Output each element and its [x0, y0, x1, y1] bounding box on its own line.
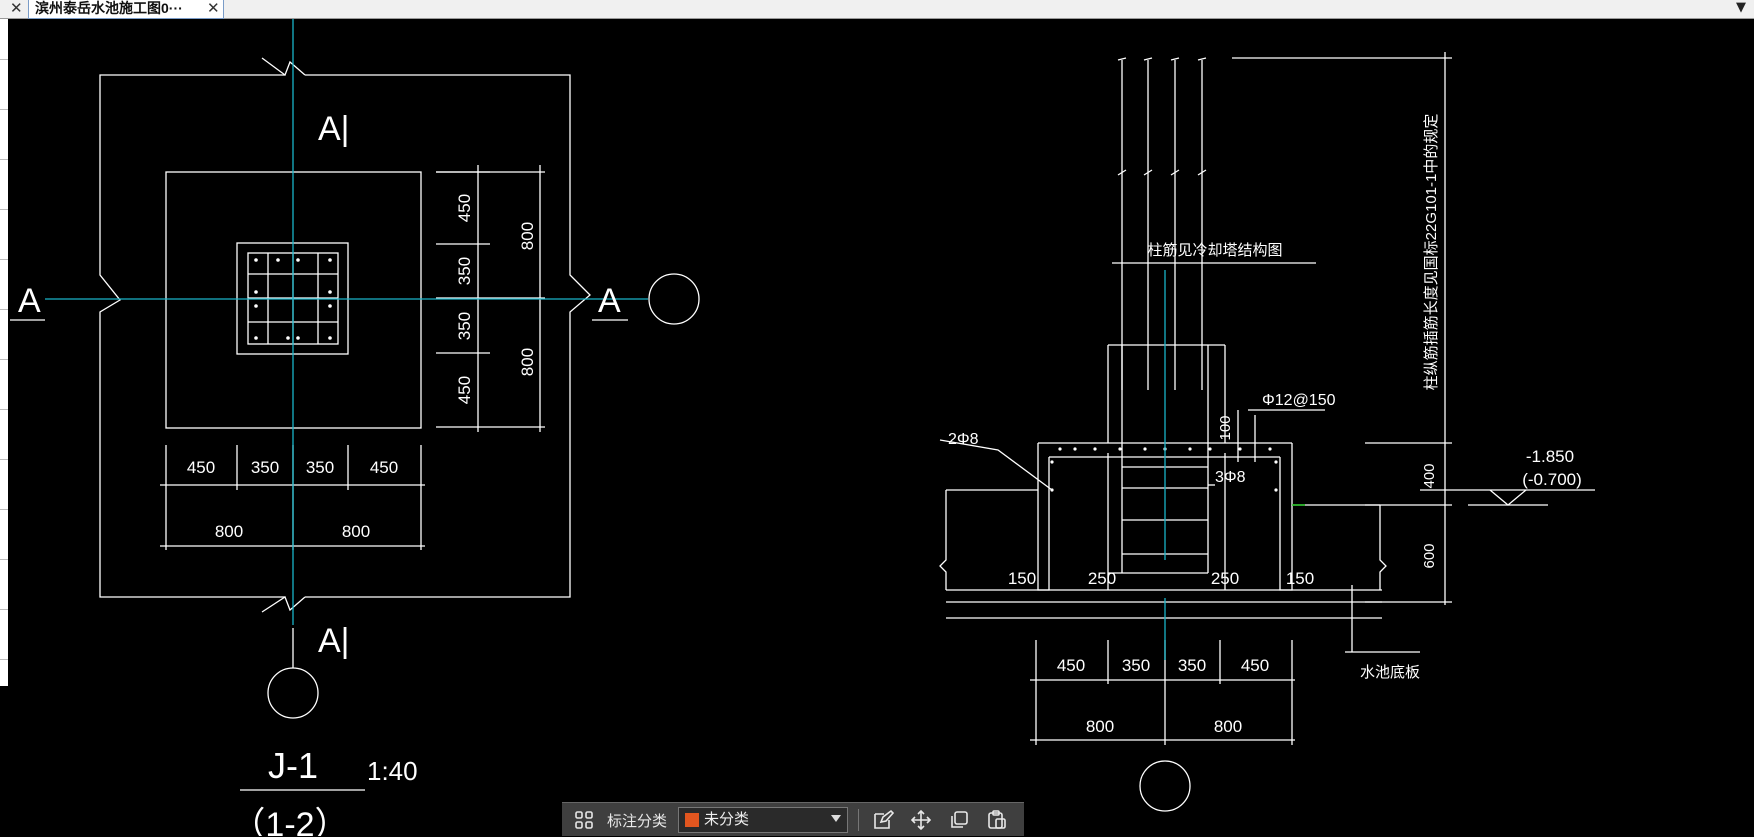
base-dim-3: 250 [1211, 569, 1239, 588]
section-bottom-total-1: 800 [1086, 717, 1114, 736]
plan-view [10, 57, 700, 791]
category-select[interactable]: 未分类 [678, 807, 848, 833]
document-tab-bar: ✕ 滨州泰岳水池施工图0··· ✕ ▼ [0, 0, 1754, 19]
tab-close-icon[interactable]: ✕ [207, 0, 220, 19]
cad-drawing-canvas[interactable]: A| A| A A 450 350 350 450 800 800 450 35… [0, 0, 1754, 836]
tab-drawing[interactable]: 滨州泰岳水池施工图0··· ✕ [28, 0, 224, 19]
plan-right-total-2: 800 [518, 348, 537, 376]
tab-list-dropdown-icon[interactable]: ▼ [1736, 0, 1746, 16]
left-ruler [0, 19, 8, 686]
edit-icon[interactable] [866, 803, 900, 837]
plan-bottom-dim-2: 350 [251, 458, 279, 477]
section-mark-bottom: A| [318, 622, 350, 660]
annotation-toolbar: 标注分类 未分类 [562, 802, 1024, 836]
dim-400: 400 [1421, 463, 1438, 488]
section-view [939, 52, 1595, 812]
plan-right-dim-2: 350 [455, 257, 474, 285]
plan-right-total-1: 800 [518, 222, 537, 250]
chevron-down-icon [831, 815, 841, 822]
plan-right-dim-1: 450 [455, 194, 474, 222]
paste-icon[interactable] [980, 803, 1014, 837]
section-note-column: 柱筋见冷却塔结构图 [1147, 242, 1282, 259]
section-bottom-dim-1: 450 [1057, 656, 1085, 675]
rebar-left-label: 2Φ8 [948, 431, 979, 448]
plan-scale: 1:40 [367, 756, 418, 786]
dim-100: 100 [1217, 415, 1234, 440]
base-dim-4: 150 [1286, 569, 1314, 588]
category-color-swatch [685, 813, 699, 827]
category-value: 未分类 [704, 811, 750, 828]
plan-bottom-dim-4: 450 [370, 458, 398, 477]
plan-bottom-total-1: 800 [215, 522, 243, 541]
plan-bottom-dim-1: 450 [187, 458, 215, 477]
rebar-top-label: Φ12@150 [1262, 392, 1336, 409]
section-bottom-total-2: 800 [1214, 717, 1242, 736]
base-dim-2: 250 [1088, 569, 1116, 588]
section-mark-left: A [18, 282, 41, 320]
rebar-mid-label: 3Φ8 [1215, 469, 1246, 486]
section-mark-right: A [598, 282, 621, 320]
copy-icon[interactable] [942, 803, 976, 837]
tab-title: 滨州泰岳水池施工图0··· [35, 0, 183, 16]
plan-bottom-total-2: 800 [342, 522, 370, 541]
plan-subtitle: （1-2） [231, 806, 348, 836]
grid-apps-icon[interactable] [570, 803, 598, 837]
plan-bottom-dim-3: 350 [306, 458, 334, 477]
slab-label: 水池底板 [1360, 663, 1420, 681]
move-icon[interactable] [904, 803, 938, 837]
close-icon[interactable]: ✕ [10, 0, 23, 19]
plan-right-dim-4: 450 [455, 376, 474, 404]
section-bottom-dim-4: 450 [1241, 656, 1269, 675]
elevation-2: (-0.700) [1522, 470, 1582, 489]
section-note-vertical: 柱纵筋插筋长度见国标22G101-1中的规定 [1423, 114, 1440, 391]
elevation-1: -1.850 [1526, 447, 1574, 466]
axis-lines [45, 19, 1166, 660]
section-mark-top: A| [318, 110, 350, 148]
base-dim-1: 150 [1008, 569, 1036, 588]
plan-right-dim-3: 350 [455, 312, 474, 340]
section-bottom-dim-2: 350 [1122, 656, 1150, 675]
dim-600: 600 [1421, 543, 1438, 568]
category-label: 标注分类 [606, 812, 667, 830]
plan-title: J-1 [268, 745, 318, 786]
section-bottom-dim-3: 350 [1178, 656, 1206, 675]
